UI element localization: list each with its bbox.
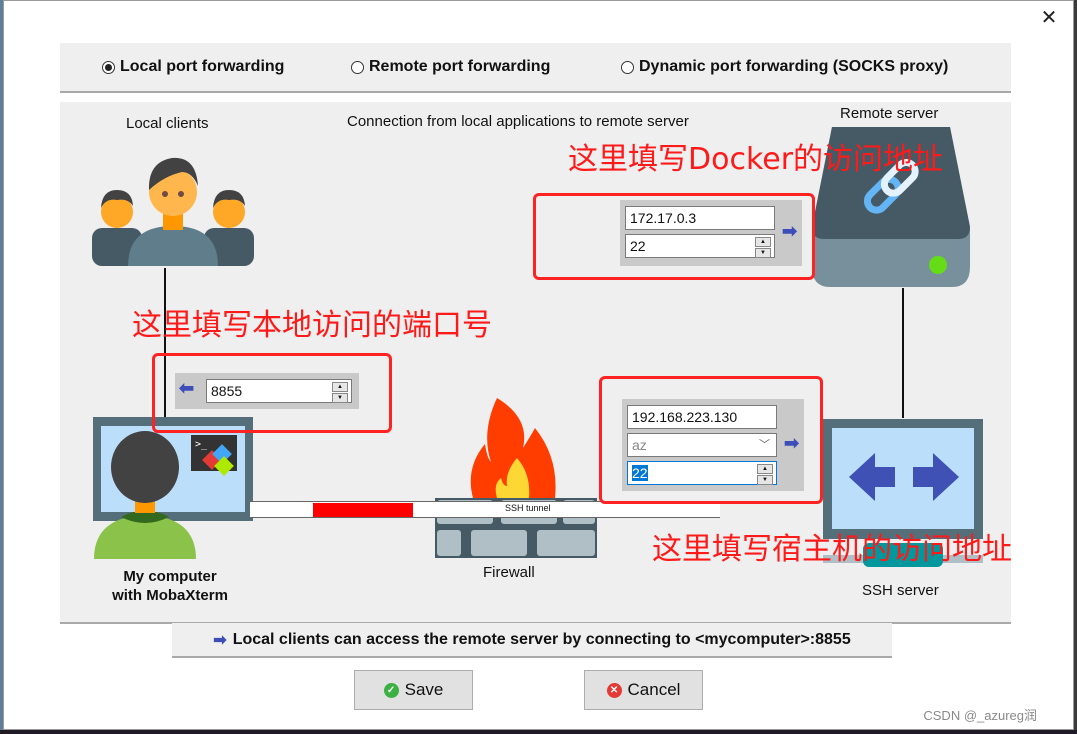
save-label: Save <box>404 680 444 699</box>
close-icon[interactable]: ✕ <box>1039 7 1059 27</box>
tunnel-segment <box>313 503 413 517</box>
radio-local-forwarding[interactable]: Local port forwarding <box>102 58 284 76</box>
local-clients-label: Local clients <box>126 115 209 132</box>
local-clients-icon <box>92 157 254 266</box>
connector-line <box>902 288 904 418</box>
svg-text:>_: >_ <box>195 439 208 450</box>
cancel-x-icon: ✕ <box>606 682 622 698</box>
ssh-tunnel-label: SSH tunnel <box>505 503 551 513</box>
save-button[interactable]: ✓ Save <box>354 670 473 710</box>
radio-icon[interactable] <box>621 60 634 74</box>
arrow-right-icon: ➡ <box>213 631 227 649</box>
firewall-label: Firewall <box>483 564 535 581</box>
radio-label: Local port forwarding <box>120 58 285 75</box>
firewall-icon <box>435 398 597 558</box>
info-bar: ➡ Local clients can access the remote se… <box>172 623 892 658</box>
forwarding-mode-bar: Local port forwarding Remote port forwar… <box>60 43 1011 93</box>
annotation-box-docker <box>533 193 815 280</box>
info-text: Local clients can access the remote serv… <box>232 630 851 648</box>
label-line: with MobaXterm <box>112 587 228 604</box>
check-icon: ✓ <box>383 682 399 698</box>
radio-dynamic-forwarding[interactable]: Dynamic port forwarding (SOCKS proxy) <box>621 58 948 76</box>
cancel-button[interactable]: ✕ Cancel <box>584 670 703 710</box>
label-line: My computer <box>123 568 217 585</box>
annotation-docker: 这里填写Docker的访问地址 <box>568 142 944 177</box>
annotation-box-local-port <box>152 353 392 433</box>
cancel-label: Cancel <box>627 680 681 699</box>
radio-label: Dynamic port forwarding (SOCKS proxy) <box>639 58 949 75</box>
annotation-box-host <box>599 376 823 504</box>
remote-server-label: Remote server <box>840 105 939 122</box>
radio-label: Remote port forwarding <box>369 58 551 75</box>
ssh-server-label: SSH server <box>862 582 939 599</box>
connection-caption: Connection from local applications to re… <box>347 113 689 130</box>
radio-remote-forwarding[interactable]: Remote port forwarding <box>351 58 550 76</box>
watermark: CSDN @_azureg润 <box>923 708 1037 723</box>
annotation-host: 这里填写宿主机的访问地址 <box>652 532 1012 567</box>
my-computer-icon: >_ <box>93 417 253 559</box>
annotation-local-port: 这里填写本地访问的端口号 <box>132 308 492 343</box>
radio-icon[interactable] <box>351 60 364 74</box>
radio-selected-icon[interactable] <box>102 60 115 74</box>
my-computer-label: My computer with MobaXterm <box>100 567 240 605</box>
taskbar-edge <box>0 730 1077 734</box>
